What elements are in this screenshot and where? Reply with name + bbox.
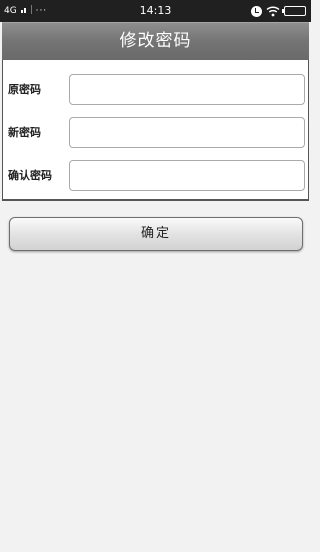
- alarm-icon: [251, 5, 262, 17]
- wifi-icon: [266, 6, 280, 17]
- original-password-row: 原密码: [3, 74, 308, 106]
- confirm-password-label: 确认密码: [8, 169, 52, 182]
- confirm-button[interactable]: 确定: [9, 217, 303, 251]
- status-right: [251, 4, 306, 18]
- page-title: 修改密码: [119, 31, 192, 51]
- title-bar: 修改密码: [2, 22, 309, 60]
- status-bar: 4G ··· 14:13: [0, 0, 311, 22]
- original-password-label: 原密码: [8, 83, 41, 96]
- new-password-input[interactable]: [69, 117, 305, 148]
- new-password-row: 新密码: [3, 117, 308, 149]
- battery-icon: [282, 6, 306, 16]
- password-form: 原密码 新密码 确认密码: [2, 60, 309, 201]
- original-password-input[interactable]: [69, 74, 305, 105]
- confirm-password-input[interactable]: [69, 160, 305, 191]
- confirm-password-row: 确认密码: [3, 160, 308, 192]
- new-password-label: 新密码: [8, 126, 41, 139]
